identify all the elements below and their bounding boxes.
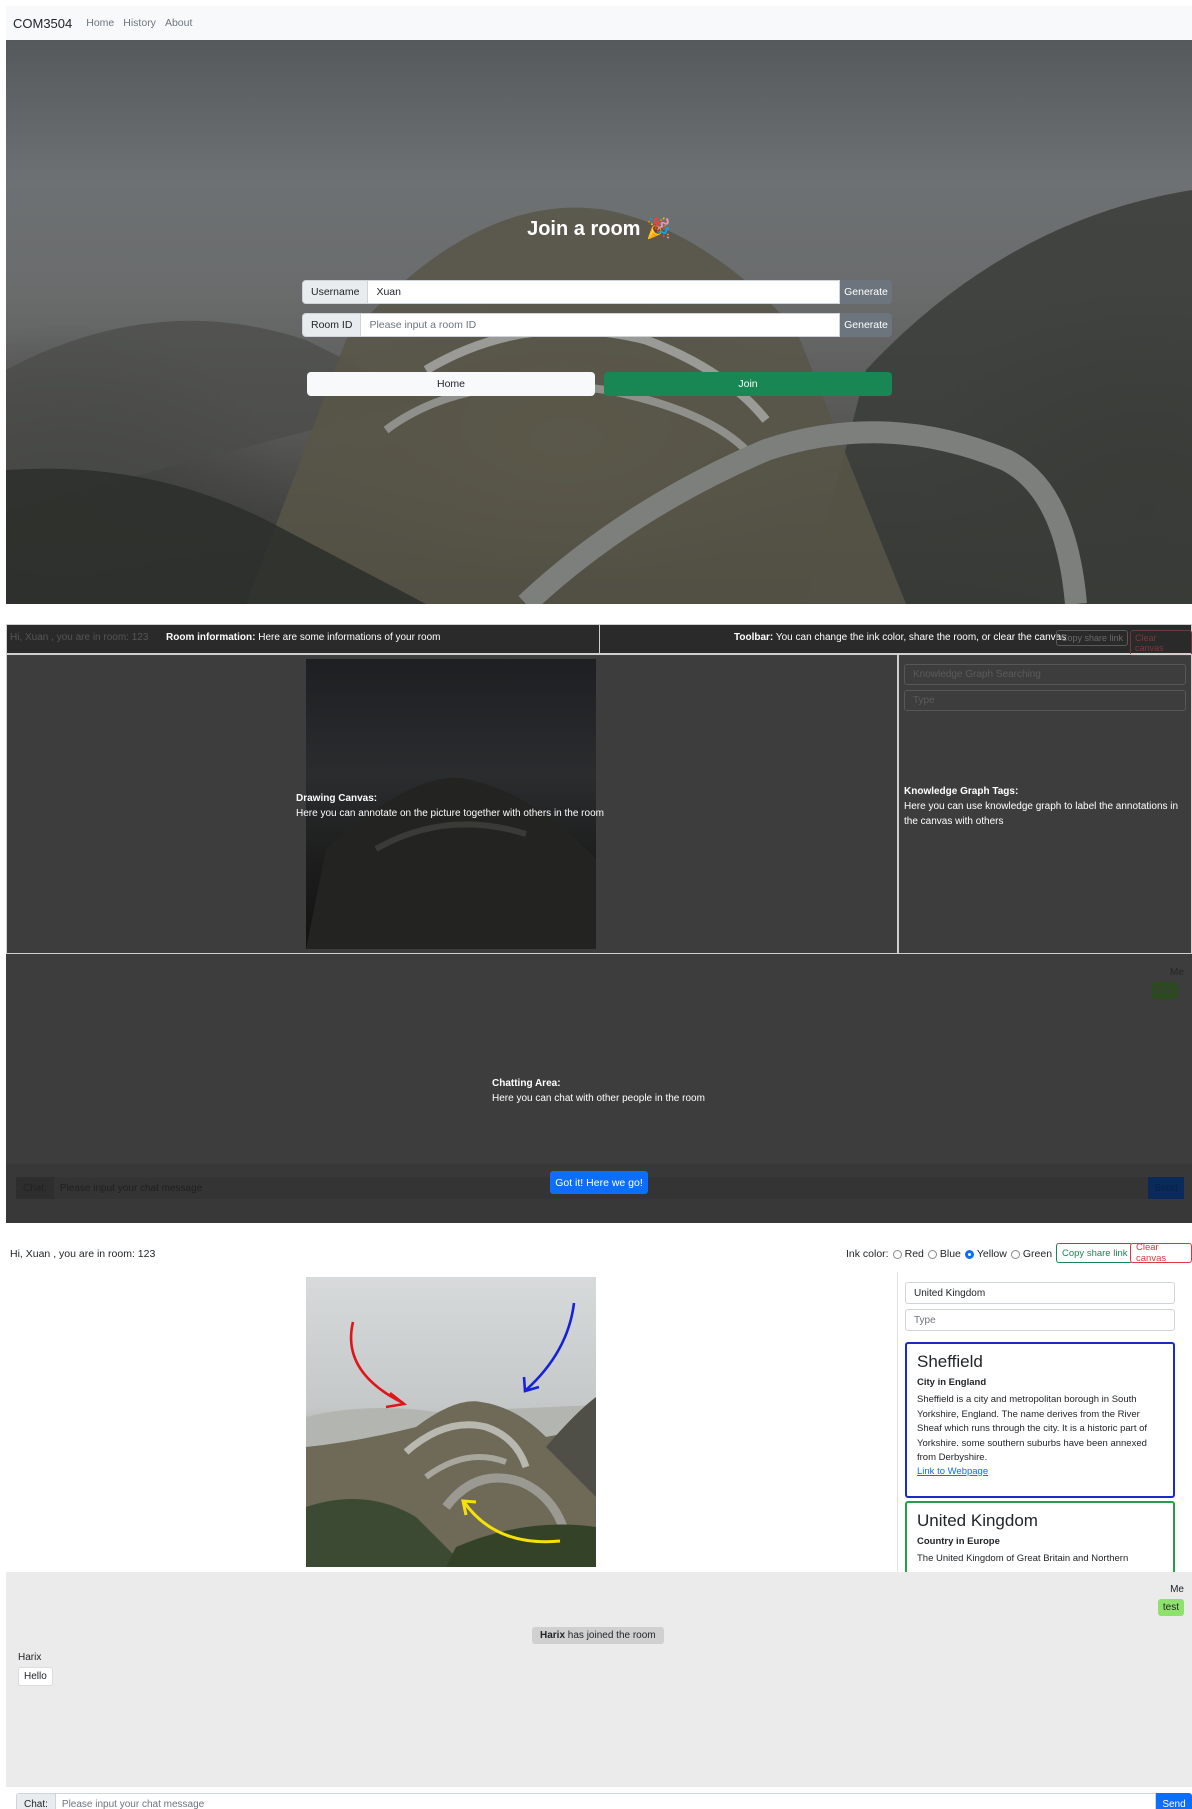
room-info-title: Room information:	[166, 632, 256, 643]
canvas-hint: Drawing Canvas: Here you can annotate on…	[296, 791, 604, 821]
kg-search-input[interactable]: United Kingdom	[905, 1282, 1175, 1304]
join-page-panel: COM3504 Home History About Join a room 🎉…	[6, 6, 1192, 604]
home-button[interactable]: Home	[307, 372, 595, 396]
kg-hint-title: Knowledge Graph Tags:	[904, 786, 1019, 797]
card-description: The United Kingdom of Great Britain and …	[917, 1553, 1129, 1564]
got-it-button[interactable]: Got it! Here we go!	[550, 1171, 648, 1194]
other-message-bubble: Hello	[18, 1667, 53, 1686]
chat-hint: Chatting Area: Here you can chat with ot…	[492, 1076, 705, 1106]
ink-blue-radio[interactable]: Blue	[927, 1248, 961, 1260]
room-info-hint: Room information: Here are some informat…	[166, 632, 441, 643]
chat-messages-area: Me test Harix has joined the room Harix …	[6, 1572, 1192, 1787]
ink-color-selector: Ink color: Red Blue Yellow Green	[846, 1248, 1052, 1260]
chat-label: Chat:	[16, 1793, 56, 1809]
system-join-message: Harix has joined the room	[532, 1627, 664, 1644]
room-info-text: Here are some informations of your room	[255, 632, 441, 643]
card-subtitle: Country in Europe	[917, 1536, 1000, 1547]
radio-icon	[892, 1249, 902, 1259]
card-title: Sheffield	[917, 1352, 983, 1371]
my-message-bubble: test	[1157, 1599, 1184, 1616]
toolbar-title: Toolbar:	[734, 632, 774, 643]
clear-canvas-button[interactable]: Clear canvas	[1130, 1242, 1192, 1264]
send-button[interactable]: Send	[1148, 1177, 1184, 1199]
system-user: Harix	[540, 1630, 566, 1641]
roomid-input[interactable]: Please input a room ID	[361, 313, 840, 337]
radio-icon	[1010, 1249, 1020, 1259]
drawing-canvas[interactable]	[306, 1277, 596, 1567]
generate-roomid-button[interactable]: Generate	[840, 313, 892, 337]
system-text: has joined the room	[565, 1630, 656, 1641]
hero-background-image: Join a room 🎉 Username Xuan Generate Roo…	[6, 40, 1192, 604]
card-webpage-link[interactable]: Link to Webpage	[917, 1466, 1163, 1477]
card-subtitle: City in England	[917, 1377, 987, 1388]
roomid-label: Room ID	[302, 313, 362, 337]
kg-card-sheffield: Sheffield City in England Sheffield is a…	[905, 1342, 1175, 1498]
chat-input[interactable]: Please input your chat message	[55, 1793, 1156, 1809]
username-input-group: Username Xuan Generate	[302, 280, 892, 304]
send-button[interactable]: Send	[1156, 1793, 1192, 1809]
other-user-name: Harix	[18, 1652, 42, 1663]
join-button[interactable]: Join	[604, 372, 892, 396]
chat-label: Chat:	[16, 1177, 54, 1199]
chat-input-group: Chat: Please input your chat message Sen…	[16, 1793, 1192, 1809]
copy-share-link-button[interactable]: Copy share link	[1056, 1243, 1134, 1263]
radio-icon	[927, 1249, 937, 1259]
kg-hint: Knowledge Graph Tags: Here you can use k…	[904, 784, 1186, 829]
join-room-title: Join a room 🎉	[527, 218, 671, 240]
my-message-bubble: test	[1152, 982, 1179, 999]
toolbar-text: You can change the ink color, share the …	[773, 632, 1067, 643]
kg-hint-text: Here you can use knowledge graph to labe…	[904, 801, 1179, 827]
annotated-mountain-photo[interactable]	[306, 1277, 596, 1567]
nav-history-link[interactable]: History	[123, 17, 156, 29]
tour-greeting: Hi, Xuan , you are in room: 123	[10, 632, 149, 643]
username-input[interactable]: Xuan	[368, 280, 840, 304]
canvas-hint-text: Here you can annotate on the picture tog…	[296, 808, 604, 819]
generate-username-button[interactable]: Generate	[840, 280, 892, 304]
chat-hint-text: Here you can chat with other people in t…	[492, 1093, 705, 1104]
toolbar-hint: Toolbar: You can change the ink color, s…	[734, 632, 1066, 643]
brand-logo[interactable]: COM3504	[13, 16, 72, 31]
username-label: Username	[302, 280, 369, 304]
type-input[interactable]: Type	[904, 690, 1186, 711]
ink-red-radio[interactable]: Red	[892, 1248, 924, 1260]
kg-search-input[interactable]: Knowledge Graph Searching	[904, 664, 1186, 685]
room-greeting: Hi, Xuan , you are in room: 123	[10, 1248, 156, 1260]
me-label: Me	[1170, 967, 1184, 978]
ink-green-radio[interactable]: Green	[1010, 1248, 1052, 1260]
divider	[599, 624, 600, 654]
me-label: Me	[1170, 1584, 1184, 1595]
ink-yellow-radio[interactable]: Yellow	[964, 1248, 1007, 1260]
type-input[interactable]: Type	[905, 1309, 1175, 1331]
clear-canvas-button[interactable]: Clear canvas	[1130, 630, 1192, 656]
nav-about-link[interactable]: About	[165, 17, 192, 29]
ink-color-label: Ink color:	[846, 1248, 889, 1260]
divider	[897, 1272, 898, 1572]
roomid-input-group: Room ID Please input a room ID Generate	[302, 313, 892, 337]
canvas-hint-title: Drawing Canvas:	[296, 793, 378, 804]
copy-share-link-button[interactable]: Copy share link	[1056, 630, 1129, 646]
chat-hint-title: Chatting Area:	[492, 1078, 561, 1089]
card-description: Sheffield is a city and metropolitan bor…	[917, 1394, 1148, 1463]
room-panel: Hi, Xuan , you are in room: 123 Ink colo…	[6, 1240, 1192, 1809]
card-title: United Kingdom	[917, 1511, 1038, 1530]
tour-overlay-panel: Hi, Xuan , you are in room: 123 Room inf…	[6, 624, 1192, 1223]
nav-home-link[interactable]: Home	[86, 17, 114, 29]
navbar: COM3504 Home History About	[6, 6, 1192, 40]
radio-checked-icon	[964, 1249, 974, 1259]
